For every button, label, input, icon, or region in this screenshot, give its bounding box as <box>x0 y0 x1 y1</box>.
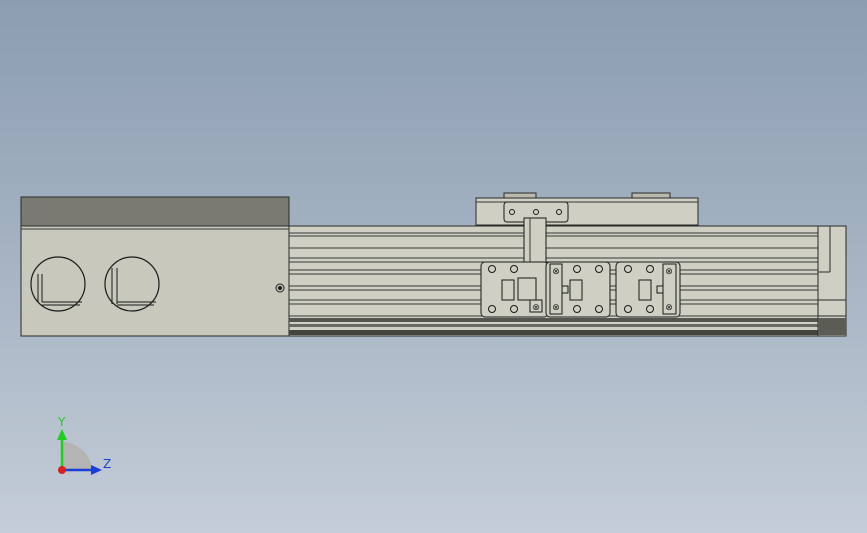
motor-screw <box>275 283 285 293</box>
axis-triad[interactable]: Y Z <box>57 415 111 475</box>
sensor-block-middle[interactable]: ⊗ ⊗ <box>545 261 611 318</box>
motor-block[interactable] <box>20 196 290 337</box>
z-axis-label: Z <box>103 457 111 471</box>
rail-bottom-strip-2 <box>289 324 818 327</box>
rail-bottom-strip-1 <box>289 318 818 322</box>
x-axis-dot <box>58 466 66 474</box>
motor-hole-right <box>104 256 160 312</box>
y-axis-arrow <box>57 429 67 440</box>
rail-end-cap <box>817 225 847 337</box>
sensor-block-left[interactable]: ⊗ <box>480 261 549 318</box>
cad-drawing[interactable]: ⊗ ⊗ ⊗ ⊗ ⊗ Y Z <box>0 0 867 533</box>
screw-mark: ⊗ <box>552 267 560 277</box>
motor-block-top-face <box>20 196 290 227</box>
y-axis-label: Y <box>57 415 66 429</box>
screw-mark: ⊗ <box>552 303 560 313</box>
rail-bottom-strip-3 <box>289 330 818 335</box>
z-axis-arrow <box>91 465 102 475</box>
screw-mark: ⊗ <box>665 303 673 313</box>
screw-mark: ⊗ <box>532 303 540 313</box>
triad-quadrant-shade <box>62 441 92 470</box>
motor-hole-left <box>30 256 86 312</box>
cad-viewport[interactable]: ⊗ ⊗ ⊗ ⊗ ⊗ Y Z <box>0 0 867 533</box>
sensor-block-right[interactable]: ⊗ ⊗ <box>615 261 681 318</box>
screw-mark: ⊗ <box>665 267 673 277</box>
